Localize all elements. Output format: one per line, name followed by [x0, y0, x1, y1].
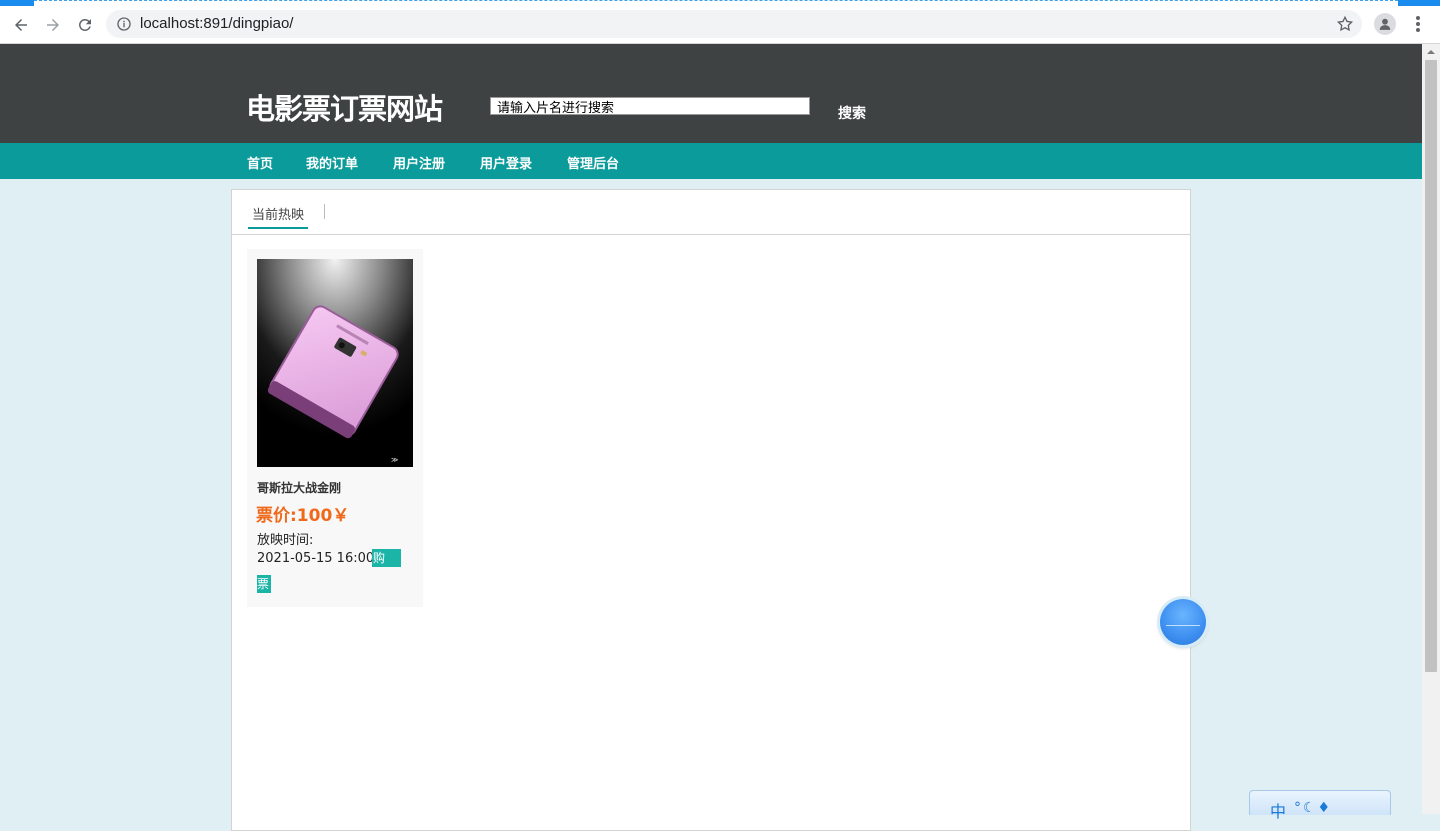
buy-ticket-button-wrap[interactable]: 票 — [257, 575, 271, 593]
movie-price: 票价:100￥ — [256, 506, 350, 526]
showtime-label: 放映时间: — [257, 533, 314, 548]
page-scrollbar[interactable] — [1422, 44, 1440, 814]
scroll-up-icon[interactable] — [1422, 44, 1440, 60]
showtime-value: 2021-05-15 16:00 — [257, 551, 375, 566]
nav-item-home[interactable]: 首页 — [247, 153, 273, 172]
ime-mode-label[interactable]: 中 — [1270, 798, 1286, 822]
svg-text:≫: ≫ — [391, 456, 398, 464]
url-text[interactable]: localhost:891/dingpiao/ — [140, 15, 293, 32]
address-bar[interactable]: localhost:891/dingpiao/ — [106, 10, 1362, 38]
search-button[interactable]: 搜索 — [838, 103, 866, 123]
horizon-line — [1166, 625, 1200, 626]
main-nav: 首页 我的订单 用户注册 用户登录 管理后台 — [0, 143, 1422, 179]
floating-assistant-button[interactable] — [1160, 599, 1206, 645]
info-icon[interactable] — [116, 16, 132, 32]
buy-ticket-button[interactable]: 购 — [372, 549, 401, 567]
movie-title[interactable]: 哥斯拉大战金刚 — [257, 479, 341, 496]
tab-divider — [324, 204, 325, 219]
profile-icon[interactable] — [1374, 13, 1396, 35]
reload-icon[interactable] — [70, 6, 100, 43]
nav-item-admin[interactable]: 管理后台 — [567, 153, 619, 172]
nav-item-register[interactable]: 用户注册 — [393, 153, 445, 172]
ime-toolbar[interactable]: 中 °☾♦ — [1249, 790, 1391, 821]
back-arrow-icon[interactable] — [6, 6, 36, 43]
nav-item-login[interactable]: 用户登录 — [480, 153, 532, 172]
search-input[interactable] — [490, 97, 810, 115]
menu-dots-icon[interactable] — [1410, 12, 1426, 36]
star-icon[interactable] — [1336, 15, 1354, 33]
scrollbar-thumb[interactable] — [1425, 60, 1437, 672]
tab-strip-dashes — [34, 0, 1398, 4]
forward-arrow-icon[interactable] — [38, 6, 68, 43]
tab-bar: 当前热映 — [232, 190, 1190, 235]
content-panel: 当前热映 ≫ 哥斯拉大战金刚 票价:100￥ 放映时间: 2021-05-15 … — [231, 189, 1191, 831]
browser-toolbar: localhost:891/dingpiao/ — [0, 6, 1440, 44]
nav-item-my-orders[interactable]: 我的订单 — [306, 153, 358, 172]
site-title[interactable]: 电影票订票网站 — [246, 86, 443, 128]
site-header: 电影票订票网站 搜索 — [0, 44, 1422, 143]
tab-now-showing[interactable]: 当前热映 — [248, 204, 309, 229]
movie-poster[interactable]: ≫ — [257, 259, 413, 467]
movie-card: ≫ 哥斯拉大战金刚 票价:100￥ 放映时间: 2021-05-15 16:00… — [247, 249, 423, 607]
